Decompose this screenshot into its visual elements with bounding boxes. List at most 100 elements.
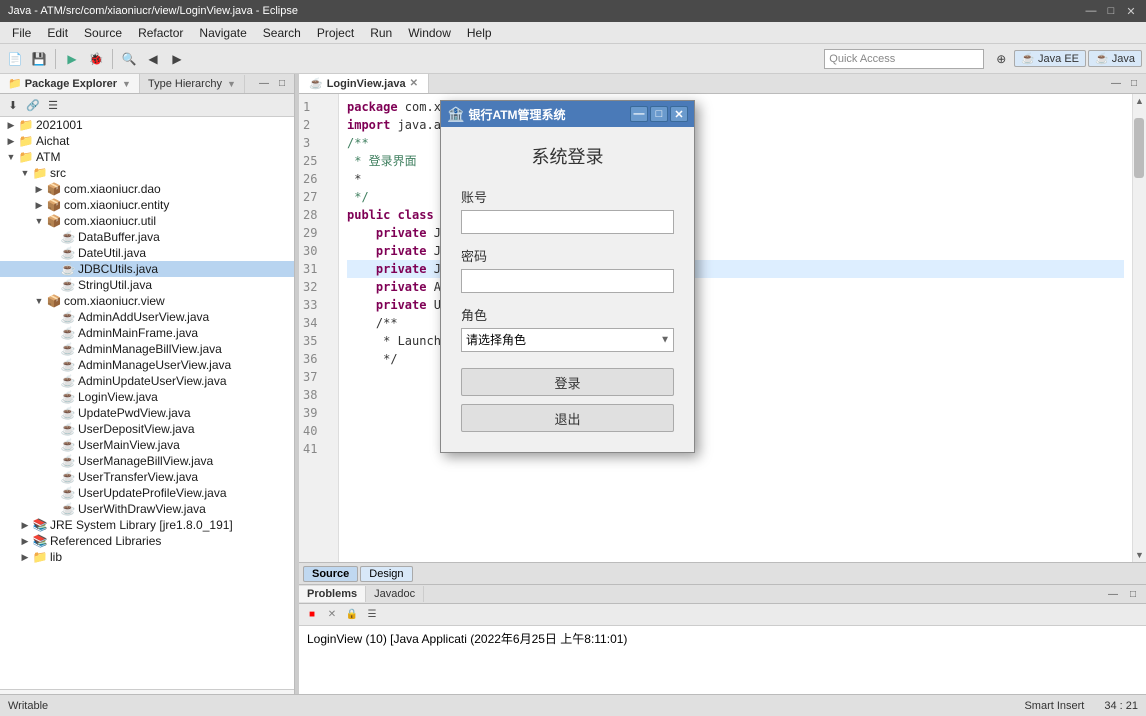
stop-btn[interactable]: ✕: [323, 606, 341, 624]
editor-vertical-scrollbar[interactable]: ▲ ▼: [1132, 94, 1146, 562]
minimize-btn[interactable]: —: [1084, 4, 1098, 18]
role-select[interactable]: 请选择角色 管理员 普通用户: [461, 328, 674, 352]
console-menu-btn[interactable]: ☰: [363, 606, 381, 624]
bottom-panel: Problems Javadoc — □ ■ ✕ 🔒 ☰ LoginView (…: [299, 584, 1146, 694]
menu-item-file[interactable]: File: [4, 24, 39, 42]
problems-tab[interactable]: Problems: [299, 586, 366, 602]
tree-item[interactable]: ☕UserUpdateProfileView.java: [0, 485, 294, 501]
menu-item-run[interactable]: Run: [362, 24, 400, 42]
java-perspective[interactable]: ☕ Java: [1088, 50, 1142, 67]
tree-item[interactable]: ▼📦com.xiaoniucr.view: [0, 293, 294, 309]
tree-item[interactable]: ▼📁src: [0, 165, 294, 181]
editor-maximize-btn[interactable]: □: [1126, 76, 1142, 92]
bottom-minimize-btn[interactable]: —: [1104, 585, 1122, 603]
design-tab-btn[interactable]: Design: [360, 566, 412, 582]
line-number: 28: [303, 206, 334, 224]
tree-item[interactable]: ▶📁lib: [0, 549, 294, 565]
tree-label: UpdatePwdView.java: [78, 406, 191, 420]
dialog-close-btn[interactable]: ✕: [670, 106, 688, 122]
tree-item[interactable]: ☕UserManageBillView.java: [0, 453, 294, 469]
tree-item[interactable]: ☕AdminManageBillView.java: [0, 341, 294, 357]
tree-item[interactable]: ☕DataBuffer.java: [0, 229, 294, 245]
tree-item[interactable]: ☕UserTransferView.java: [0, 469, 294, 485]
menu-item-source[interactable]: Source: [76, 24, 130, 42]
search-btn[interactable]: 🔍: [118, 48, 140, 70]
collapse-all-btn[interactable]: ⬇: [4, 96, 22, 114]
javadoc-tab[interactable]: Javadoc: [366, 586, 424, 602]
save-btn[interactable]: 💾: [28, 48, 50, 70]
password-input[interactable]: [461, 269, 674, 293]
tree-item[interactable]: ☕AdminUpdateUserView.java: [0, 373, 294, 389]
new-btn[interactable]: 📄: [4, 48, 26, 70]
clear-console-btn[interactable]: ■: [303, 606, 321, 624]
tab-package-explorer[interactable]: 📁 Package Explorer ▼: [0, 74, 140, 93]
tree-item[interactable]: ☕LoginView.java: [0, 389, 294, 405]
tree-item[interactable]: ☕AdminMainFrame.java: [0, 325, 294, 341]
menu-item-window[interactable]: Window: [400, 24, 459, 42]
tree-icon: 📚: [32, 518, 48, 532]
type-hierarchy-menu[interactable]: ▼: [227, 79, 236, 89]
scroll-track[interactable]: [1133, 108, 1146, 548]
maximize-left-btn[interactable]: □: [274, 76, 290, 92]
close-btn[interactable]: ✕: [1124, 4, 1138, 18]
lock-scroll-btn[interactable]: 🔒: [343, 606, 361, 624]
line-number: 39: [303, 404, 334, 422]
tree-menu-btn[interactable]: ☰: [44, 96, 62, 114]
package-explorer-menu[interactable]: ▼: [122, 79, 131, 89]
menu-item-project[interactable]: Project: [309, 24, 362, 42]
menu-item-navigate[interactable]: Navigate: [191, 24, 254, 42]
line-number: 34: [303, 314, 334, 332]
tree-item[interactable]: ▶📦com.xiaoniucr.dao: [0, 181, 294, 197]
tree-label: UserWithDrawView.java: [78, 502, 206, 516]
menu-item-edit[interactable]: Edit: [39, 24, 76, 42]
tree-item[interactable]: ☕DateUtil.java: [0, 245, 294, 261]
tree-item[interactable]: ▼📁ATM: [0, 149, 294, 165]
tree-item[interactable]: ☕UpdatePwdView.java: [0, 405, 294, 421]
bottom-maximize-btn[interactable]: □: [1124, 585, 1142, 603]
tree-item[interactable]: ☕UserMainView.java: [0, 437, 294, 453]
scroll-down-arrow[interactable]: ▼: [1133, 548, 1146, 562]
debug-btn[interactable]: 🐞: [85, 48, 107, 70]
tree-item[interactable]: ☕UserWithDrawView.java: [0, 501, 294, 517]
tab-type-hierarchy[interactable]: Type Hierarchy ▼: [140, 75, 245, 93]
tree-item[interactable]: ☕UserDepositView.java: [0, 421, 294, 437]
dialog-maximize-btn[interactable]: □: [650, 106, 668, 122]
tree-item[interactable]: ▼📦com.xiaoniucr.util: [0, 213, 294, 229]
tree-item[interactable]: ▶📁Aichat: [0, 133, 294, 149]
scroll-up-arrow[interactable]: ▲: [1133, 94, 1146, 108]
role-select-wrapper: 请选择角色 管理员 普通用户 ▼: [461, 328, 674, 352]
menu-item-help[interactable]: Help: [459, 24, 500, 42]
back-btn[interactable]: ◀: [142, 48, 164, 70]
open-perspective-btn[interactable]: ⊕: [990, 48, 1012, 70]
maximize-btn[interactable]: □: [1104, 4, 1118, 18]
editor-tab-loginview[interactable]: ☕ LoginView.java ✕: [299, 74, 429, 93]
dialog-minimize-btn[interactable]: —: [630, 106, 648, 122]
account-input[interactable]: [461, 210, 674, 234]
scroll-thumb[interactable]: [1134, 118, 1144, 178]
tree-item[interactable]: ▶📁2021001: [0, 117, 294, 133]
tree-item[interactable]: ▶📚Referenced Libraries: [0, 533, 294, 549]
tree-item[interactable]: ☕AdminAddUserView.java: [0, 309, 294, 325]
tree-item[interactable]: ▶📚JRE System Library [jre1.8.0_191]: [0, 517, 294, 533]
menu-item-refactor[interactable]: Refactor: [130, 24, 191, 42]
tree-item[interactable]: ☕JDBCUtils.java: [0, 261, 294, 277]
tree-icon: ☕: [60, 390, 76, 404]
tree-item[interactable]: ▶📦com.xiaoniucr.entity: [0, 197, 294, 213]
dialog-icon: 🏦: [447, 106, 464, 123]
menu-item-search[interactable]: Search: [255, 24, 309, 42]
java-ee-perspective[interactable]: ☕ Java EE: [1014, 50, 1086, 67]
tree-item[interactable]: ☕StringUtil.java: [0, 277, 294, 293]
tree-icon: 📚: [32, 534, 48, 548]
link-editor-btn[interactable]: 🔗: [24, 96, 42, 114]
minimize-left-btn[interactable]: —: [256, 76, 272, 92]
source-tab-btn[interactable]: Source: [303, 566, 358, 582]
tree-container[interactable]: ▶📁2021001▶📁Aichat▼📁ATM▼📁src▶📦com.xiaoniu…: [0, 117, 294, 689]
exit-button[interactable]: 退出: [461, 404, 674, 432]
tree-item[interactable]: ☕AdminManageUserView.java: [0, 357, 294, 373]
editor-tab-close-btn[interactable]: ✕: [410, 78, 418, 89]
editor-minimize-btn[interactable]: —: [1108, 76, 1124, 92]
login-button[interactable]: 登录: [461, 368, 674, 396]
run-btn[interactable]: ▶: [61, 48, 83, 70]
forward-btn[interactable]: ▶: [166, 48, 188, 70]
quick-access-input[interactable]: Quick Access: [824, 49, 984, 69]
